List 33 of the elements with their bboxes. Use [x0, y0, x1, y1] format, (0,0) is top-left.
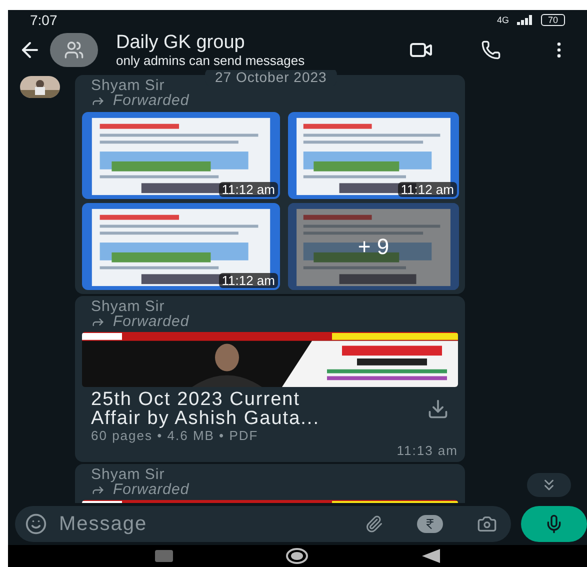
rupee-icon[interactable]	[417, 515, 443, 533]
download-icon[interactable]	[427, 398, 449, 420]
mic-button[interactable]	[521, 506, 587, 542]
emoji-icon[interactable]	[25, 513, 47, 535]
chat-title: Daily GK group	[116, 33, 246, 52]
signal-icon	[516, 15, 533, 25]
phone-icon[interactable]	[481, 40, 501, 60]
group-avatar[interactable]	[50, 33, 98, 67]
message-time: 11:12 am	[218, 273, 278, 288]
attach-icon[interactable]	[365, 515, 383, 533]
forwarded-label: Forwarded	[113, 482, 190, 498]
network-label: 4G	[496, 15, 509, 25]
forwarded-label: Forwarded	[113, 314, 190, 330]
message-time: 11:12 am	[398, 182, 457, 197]
document-title: 25th Oct 2023 Current Affair by Ashish Gauta...	[91, 390, 320, 428]
forwarded-label: Forwarded	[113, 93, 190, 109]
sender-name: Shyam Sir	[91, 79, 166, 93]
document-meta: 60 pages • 4.6 MB • PDF	[91, 428, 260, 443]
scroll-down-button[interactable]	[527, 473, 571, 497]
message-input[interactable]: Message	[57, 512, 355, 536]
home-icon[interactable]	[286, 548, 308, 564]
clock: 7:07	[30, 12, 58, 28]
more-count[interactable]: + 9	[288, 203, 459, 290]
message-time: 11:13 am	[396, 444, 458, 458]
sender-name: Shyam Sir	[91, 300, 166, 314]
camera-icon[interactable]	[477, 514, 497, 534]
recent-apps-icon[interactable]	[154, 550, 173, 562]
message-time: 11:12 am	[218, 182, 278, 197]
back-nav-icon[interactable]	[422, 549, 440, 563]
sender-name: Shyam Sir	[91, 468, 166, 482]
chat-subtitle: only admins can send messages	[116, 54, 306, 67]
battery-level: 70	[540, 14, 565, 26]
message-field[interactable]: Message	[15, 506, 511, 542]
